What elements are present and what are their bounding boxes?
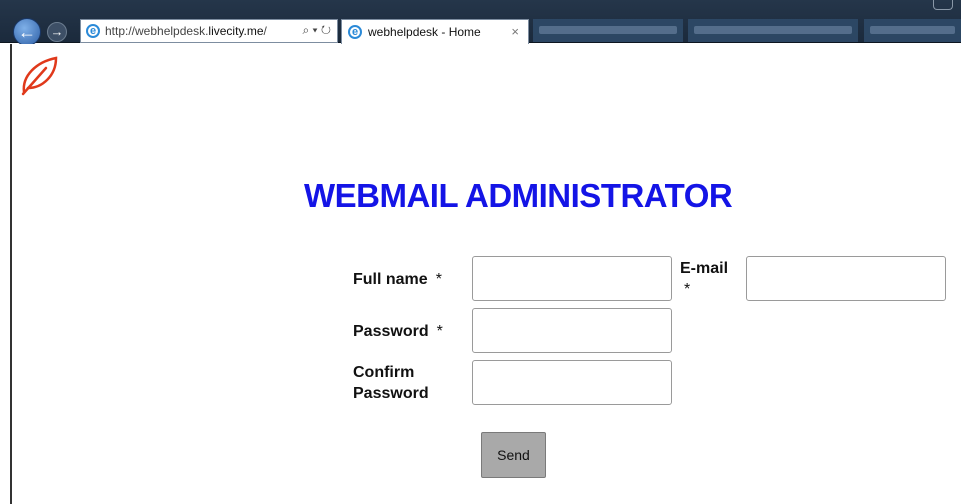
- required-marker: *: [435, 271, 442, 288]
- tab-title: webhelpdesk - Home: [368, 25, 481, 39]
- confirm-password-input[interactable]: [472, 360, 672, 405]
- forward-button[interactable]: →: [47, 22, 67, 42]
- full-name-input[interactable]: [472, 256, 672, 301]
- email-input[interactable]: [746, 256, 946, 301]
- password-input[interactable]: [472, 308, 672, 353]
- full-name-label: Full name *: [353, 271, 442, 288]
- back-button[interactable]: ←: [13, 18, 41, 46]
- confirm-password-label: Confirm Password: [353, 364, 429, 402]
- tab-webhelpdesk-home[interactable]: e webhelpdesk - Home ×: [341, 19, 529, 44]
- url-text[interactable]: http://webhelpdesk.livecity.me/: [105, 24, 267, 38]
- required-marker: *: [684, 281, 691, 298]
- window-frame: [900, 0, 961, 14]
- password-label: Password *: [353, 323, 443, 340]
- page-content: WEBMAIL ADMINISTRATOR Full name * E-mail *…: [10, 44, 961, 504]
- search-refresh-icons[interactable]: ⌕ ▾ ↻: [302, 23, 331, 38]
- ie-icon: e: [86, 24, 100, 38]
- leaf-logo-icon: [21, 56, 58, 96]
- background-tab[interactable]: [688, 19, 858, 42]
- browser-toolbar: ← → e http://webhelpdesk.livecity.me/ ⌕ …: [0, 0, 961, 46]
- forward-arrow-icon: →: [50, 24, 64, 39]
- page-title: WEBMAIL ADMINISTRATOR: [304, 177, 733, 214]
- address-bar[interactable]: e http://webhelpdesk.livecity.me/ ⌕ ▾ ↻: [80, 19, 338, 43]
- background-tab[interactable]: [864, 19, 961, 42]
- required-marker: *: [436, 323, 443, 340]
- back-arrow-icon: ←: [18, 22, 36, 42]
- background-tab[interactable]: [533, 19, 683, 42]
- minimize-button[interactable]: [933, 0, 953, 10]
- email-label: E-mail *: [680, 260, 729, 298]
- ie-tab-icon: e: [348, 25, 362, 39]
- close-tab-icon[interactable]: ×: [511, 24, 519, 39]
- send-button[interactable]: Send: [481, 432, 546, 478]
